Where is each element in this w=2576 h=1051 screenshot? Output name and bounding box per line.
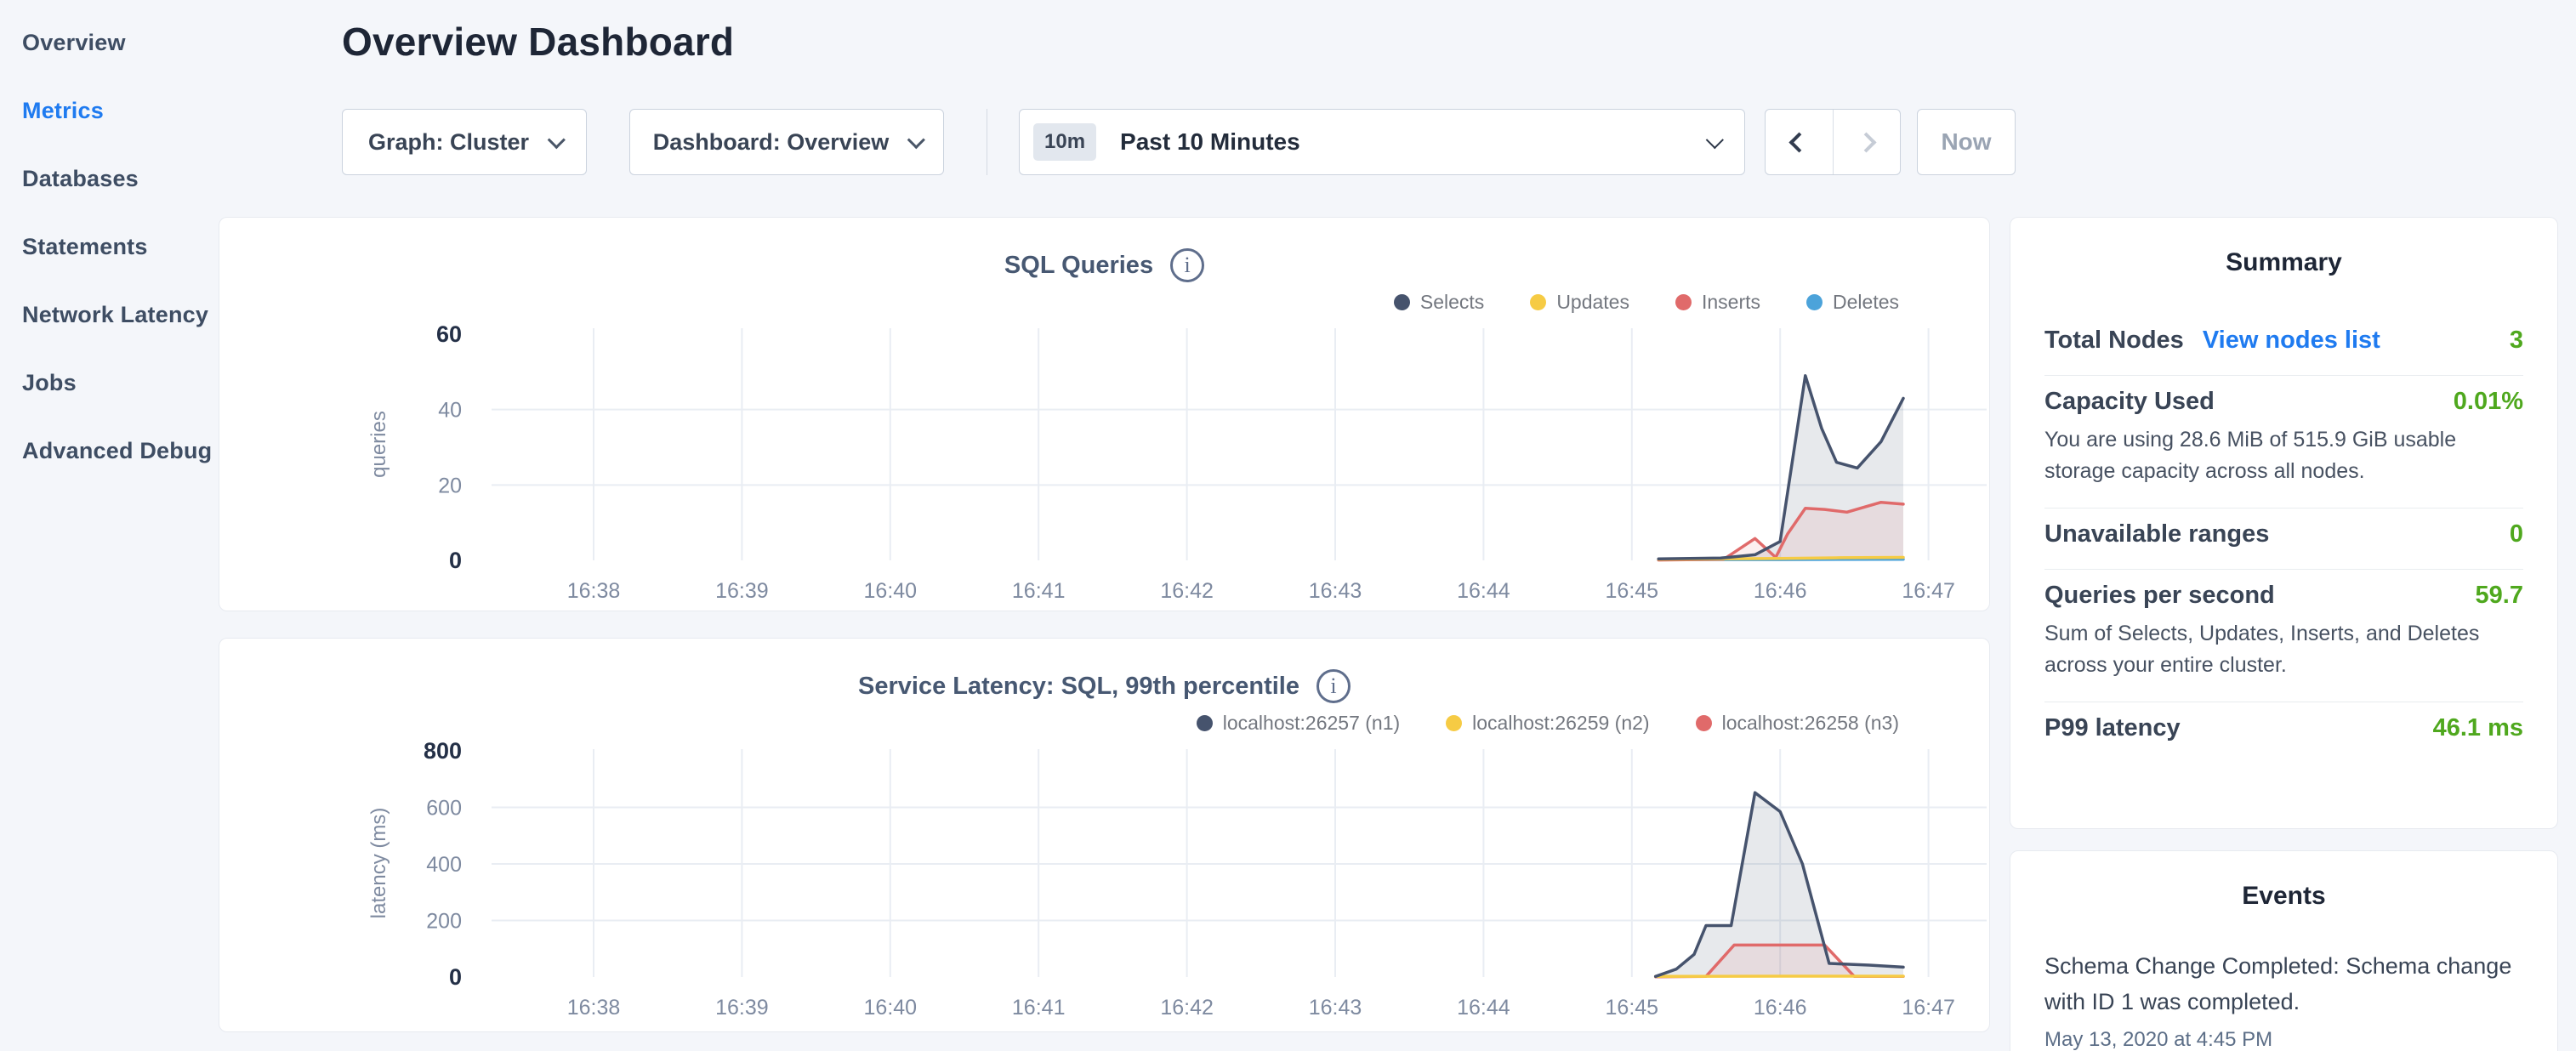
page-title: Overview Dashboard	[342, 19, 734, 65]
dashboard-label: Dashboard: Overview	[653, 129, 890, 156]
y-tick-label: 0	[449, 548, 462, 573]
events-panel: Events Schema Change Completed: Schema c…	[2010, 850, 2558, 1051]
y-tick-label: 40	[438, 399, 462, 423]
total-nodes-value: 3	[2510, 327, 2523, 355]
y-tick-label: 20	[438, 474, 462, 497]
summary-heading: Summary	[2044, 248, 2523, 277]
sidebar-item-advanced-debug[interactable]: Advanced Debug	[0, 417, 213, 485]
x-tick-label: 16:45	[1606, 996, 1659, 1020]
y-tick-label: 200	[426, 910, 462, 934]
capacity-description: You are using 28.6 MiB of 515.9 GiB usab…	[2044, 424, 2523, 487]
chevron-left-icon	[1788, 132, 1809, 152]
chevron-down-icon	[1706, 131, 1724, 149]
x-tick-label: 16:39	[715, 996, 769, 1020]
sidebar-item-jobs[interactable]: Jobs	[0, 349, 213, 417]
x-tick-label: 16:38	[567, 996, 621, 1020]
x-tick-label: 16:47	[1902, 996, 1955, 1020]
view-nodes-list-link[interactable]: View nodes list	[2203, 327, 2380, 355]
x-tick-label: 16:46	[1754, 996, 1807, 1020]
unavailable-ranges-label: Unavailable ranges	[2044, 520, 2269, 548]
events-heading: Events	[2044, 882, 2523, 911]
x-tick-label: 16:41	[1012, 579, 1066, 603]
sidebar-item-metrics[interactable]: Metrics	[0, 77, 213, 145]
total-nodes-row: Total Nodes View nodes list 3	[2044, 327, 2523, 355]
capacity-row: Capacity Used 0.01%	[2044, 388, 2523, 416]
y-axis-label: latency (ms)	[367, 808, 390, 919]
y-tick-label: 0	[449, 964, 462, 990]
x-tick-label: 16:40	[864, 996, 918, 1020]
p99-latency-value: 46.1 ms	[2433, 714, 2523, 742]
sql-queries-chart-card: SQL Queries i SelectsUpdatesInsertsDelet…	[219, 217, 1990, 611]
sql-queries-plot: 16:38 16:39 16:40 16:41 16:42 16:43 16:44 16:45…	[219, 218, 1991, 612]
x-tick-label: 16:43	[1309, 579, 1362, 603]
time-step-back-button[interactable]	[1766, 110, 1833, 174]
qps-description: Sum of Selects, Updates, Inserts, and De…	[2044, 618, 2523, 681]
now-button[interactable]: Now	[1917, 109, 2016, 175]
y-axis-label: queries	[367, 411, 390, 478]
x-tick-label: 16:44	[1457, 996, 1510, 1020]
time-step-buttons	[1765, 109, 1901, 175]
capacity-used-label: Capacity Used	[2044, 388, 2215, 416]
sidebar-item-statements[interactable]: Statements	[0, 213, 213, 281]
y-tick-label: 400	[426, 853, 462, 877]
sidebar-item-network-latency[interactable]: Network Latency	[0, 281, 213, 349]
queries-per-second-row: Queries per second 59.7	[2044, 582, 2523, 610]
queries-per-second-value: 59.7	[2476, 582, 2523, 610]
x-tick-label: 16:42	[1160, 996, 1214, 1020]
chevron-down-icon	[548, 131, 566, 149]
x-tick-label: 16:46	[1754, 579, 1807, 603]
sidebar-item-databases[interactable]: Databases	[0, 145, 213, 213]
chevron-down-icon	[907, 131, 925, 149]
event-item-text: Schema Change Completed: Schema change w…	[2044, 948, 2523, 1020]
service-latency-chart-card: Service Latency: SQL, 99th percentile i …	[219, 638, 1990, 1032]
capacity-used-value: 0.01%	[2454, 388, 2523, 416]
x-tick-label: 16:47	[1902, 579, 1955, 603]
summary-panel: Summary Total Nodes View nodes list 3 Ca…	[2010, 217, 2558, 829]
x-tick-label: 16:39	[715, 579, 769, 603]
dashboard-dropdown[interactable]: Dashboard: Overview	[629, 109, 944, 175]
p99-latency-label: P99 latency	[2044, 714, 2181, 742]
sidebar: Overview Metrics Databases Statements Ne…	[0, 0, 213, 485]
sidebar-item-overview[interactable]: Overview	[0, 9, 213, 77]
x-tick-label: 16:42	[1160, 579, 1214, 603]
x-tick-label: 16:41	[1012, 996, 1066, 1020]
unavailable-ranges-row: Unavailable ranges 0	[2044, 520, 2523, 548]
time-range-label: Past 10 Minutes	[1120, 128, 1300, 156]
service-latency-plot: 16:38 16:39 16:40 16:41 16:42 16:43 16:44 16:45…	[219, 639, 1991, 1033]
x-tick-label: 16:38	[567, 579, 621, 603]
y-tick-label: 800	[424, 738, 462, 764]
summary-divider	[2044, 569, 2523, 570]
time-range-badge: 10m	[1033, 123, 1096, 161]
summary-divider	[2044, 375, 2523, 376]
x-tick-label: 16:44	[1457, 579, 1510, 603]
time-step-forward-button[interactable]	[1833, 110, 1901, 174]
unavailable-ranges-value: 0	[2510, 520, 2523, 548]
event-item-timestamp: May 13, 2020 at 4:45 PM	[2044, 1028, 2523, 1051]
chevron-right-icon	[1857, 132, 1877, 152]
controls-bar: Graph: Cluster Dashboard: Overview 10m P…	[342, 109, 2016, 175]
graph-scope-label: Graph: Cluster	[368, 129, 529, 156]
graph-scope-dropdown[interactable]: Graph: Cluster	[342, 109, 587, 175]
x-tick-label: 16:40	[864, 579, 918, 603]
x-tick-label: 16:45	[1606, 579, 1659, 603]
time-range-select[interactable]: 10m Past 10 Minutes	[1019, 109, 1745, 175]
x-tick-label: 16:43	[1309, 996, 1362, 1020]
queries-per-second-label: Queries per second	[2044, 582, 2275, 610]
p99-latency-row: P99 latency 46.1 ms	[2044, 714, 2523, 742]
y-tick-label: 60	[436, 321, 462, 347]
y-tick-label: 600	[426, 797, 462, 821]
total-nodes-label: Total Nodes	[2044, 327, 2184, 355]
